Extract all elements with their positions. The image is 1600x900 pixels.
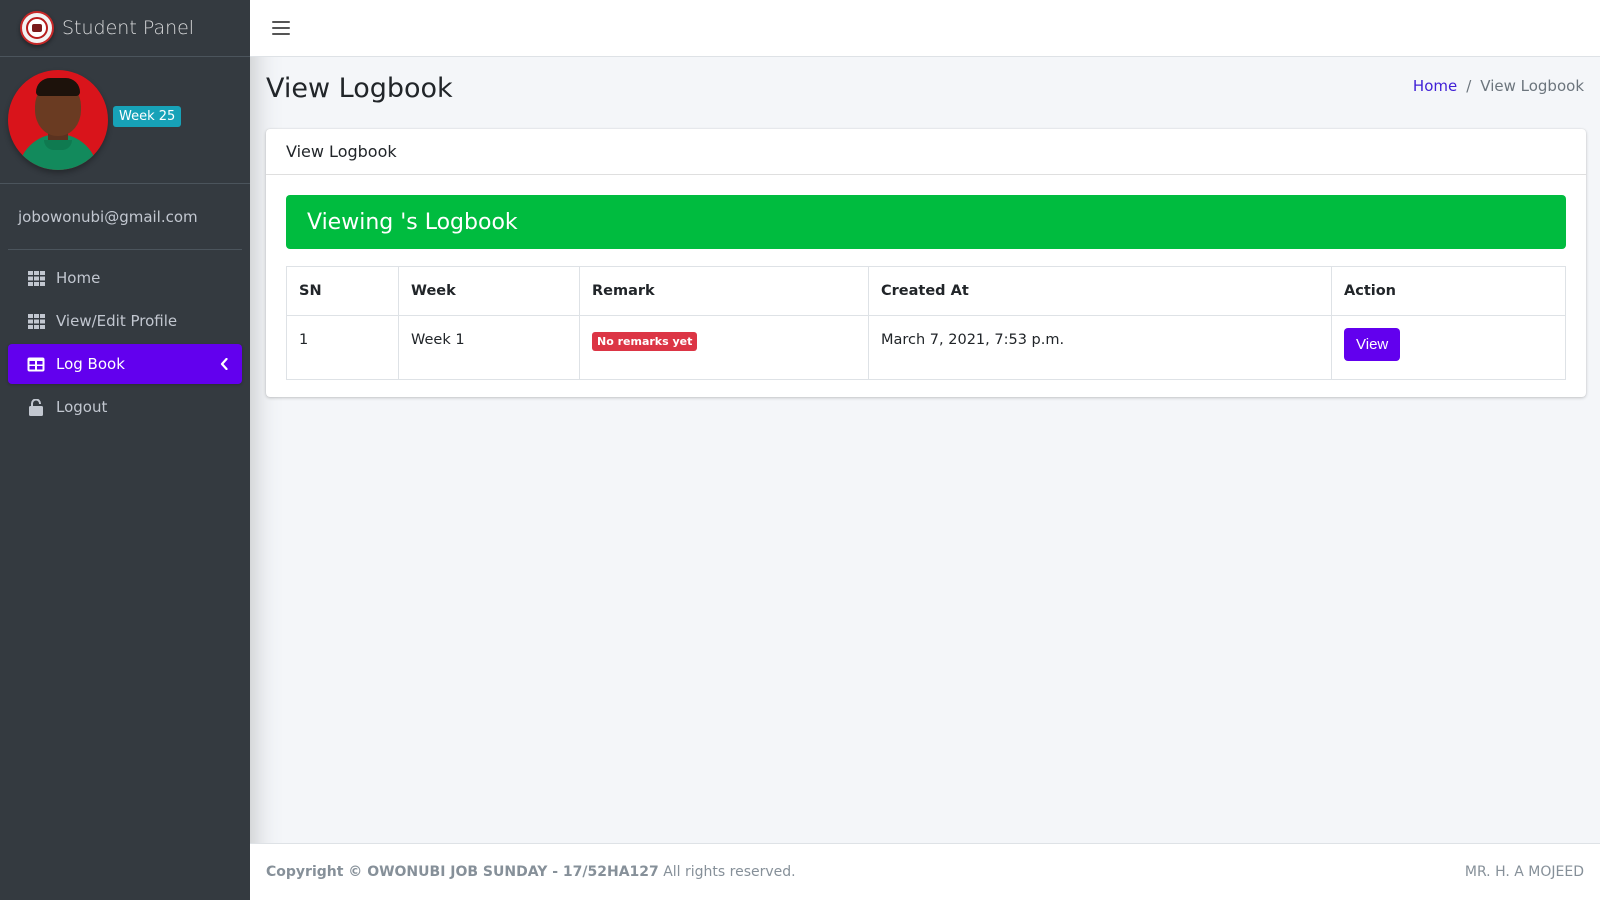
sidebar: Student Panel Week 25 jobowonubi@gmail.c… [0,0,250,900]
breadcrumb: Home / View Logbook [1413,77,1584,95]
sidebar-item-label: View/Edit Profile [56,312,178,330]
sidebar-item-profile[interactable]: View/Edit Profile [8,301,242,341]
brand-title: Student Panel [62,17,195,39]
view-button[interactable]: View [1344,328,1401,361]
cell-sn: 1 [286,315,399,380]
brand-link[interactable]: Student Panel [0,0,250,57]
footer-right-text: MR. H. A MOJEED [1464,864,1584,880]
sidebar-item-label: Log Book [56,355,125,373]
card-body: Viewing 's Logbook SN Week Remark Create… [266,175,1586,400]
sidebar-item-logout[interactable]: Logout [8,387,242,427]
cell-remark: No remarks yet [579,315,869,380]
cell-week: Week 1 [398,315,580,380]
copyright-prefix: Copyright © [266,864,363,880]
column-header-remark: Remark [579,266,869,316]
column-header-created-at: Created At [868,266,1332,316]
column-header-action: Action [1331,266,1566,316]
school-logo-icon [20,11,54,45]
grid-icon [27,270,45,286]
viewing-alert: Viewing 's Logbook [286,195,1566,249]
sidebar-item-label: Home [56,269,101,287]
menu-toggle-icon[interactable] [272,21,290,35]
column-header-week: Week [398,266,580,316]
sidebar-item-logbook[interactable]: Log Book [8,344,242,384]
main-content: View Logbook Home / View Logbook View Lo… [250,57,1600,843]
footer-copyright: Copyright © OWONUBI JOB SUNDAY - 17/52HA… [266,864,796,880]
top-navbar [250,0,1600,57]
sidebar-item-home[interactable]: Home [8,258,242,298]
page-title: View Logbook [266,73,453,104]
copyright-rights: All rights reserved. [663,864,796,880]
footer: Copyright © OWONUBI JOB SUNDAY - 17/52HA… [250,843,1600,900]
table-row: 1 Week 1 No remarks yet March 7, 2021, 7… [286,315,1566,380]
chevron-left-icon [220,356,228,374]
user-panel: Week 25 [0,57,250,184]
column-header-sn: SN [286,266,399,316]
cell-action: View [1331,315,1566,380]
sidebar-item-label: Logout [56,398,108,416]
breadcrumb-home-link[interactable]: Home [1413,77,1457,95]
avatar [8,70,108,170]
copyright-name: OWONUBI JOB SUNDAY - 17/52HA127 [367,864,659,880]
breadcrumb-current: View Logbook [1480,77,1584,95]
card-header: View Logbook [266,129,1586,175]
table-icon [27,356,45,372]
week-badge: Week 25 [113,105,182,127]
table-header-row: SN Week Remark Created At Action [286,266,1566,316]
remark-badge: No remarks yet [592,332,698,351]
grid-icon [27,313,45,329]
user-email[interactable]: jobowonubi@gmail.com [8,184,242,250]
sidebar-nav: Home View/Edit Profile Log Book Logout [0,250,250,427]
unlock-icon [27,398,45,416]
cell-created-at: March 7, 2021, 7:53 p.m. [868,315,1332,380]
logbook-card: View Logbook Viewing 's Logbook SN Week … [266,129,1586,397]
logbook-table: SN Week Remark Created At Action 1 Week … [286,266,1566,380]
breadcrumb-separator: / [1466,77,1472,95]
